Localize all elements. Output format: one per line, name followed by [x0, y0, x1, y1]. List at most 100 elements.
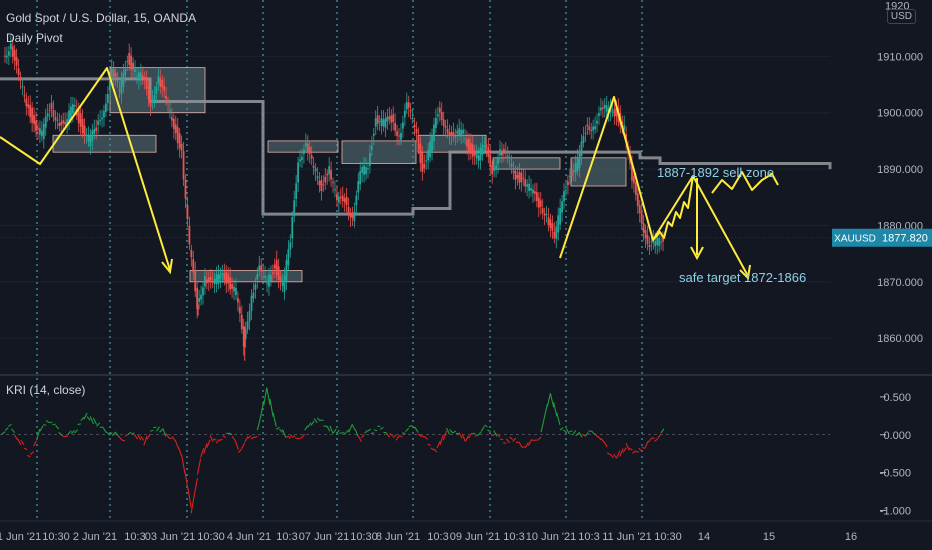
candle-body — [334, 189, 336, 191]
candle-body — [178, 133, 181, 149]
candle-body — [650, 241, 653, 243]
osc-segment — [193, 477, 198, 496]
osc-segment — [213, 438, 217, 441]
candle-body — [365, 167, 367, 175]
candle-body — [400, 133, 402, 140]
candle-body — [646, 234, 649, 244]
osc-segment — [594, 433, 599, 438]
candle-body — [31, 107, 34, 123]
candle-body — [330, 170, 332, 180]
candle-body — [7, 51, 10, 56]
osc-segment — [629, 447, 633, 451]
candle-body — [539, 200, 542, 207]
candle-body — [277, 266, 280, 280]
osc-segment — [468, 432, 473, 439]
osc-segment — [313, 418, 318, 424]
osc-segment — [11, 428, 16, 434]
candle-body — [501, 151, 503, 156]
candle-body — [471, 144, 474, 157]
osc-segment — [449, 429, 454, 434]
osc-segment — [603, 441, 608, 448]
candle-body — [60, 121, 63, 126]
osc-segment — [118, 435, 123, 441]
candle-body — [180, 143, 183, 151]
price-tick-label: 1860.000 — [877, 333, 923, 345]
candle-body — [221, 272, 224, 275]
currency-badge[interactable]: USD — [886, 9, 916, 24]
candle-body — [582, 136, 585, 143]
osc-segment — [17, 438, 22, 446]
osc-segment — [600, 437, 605, 443]
osc-segment — [74, 429, 79, 434]
time-tick-label: 16 — [845, 531, 857, 543]
candle-body — [190, 249, 193, 258]
price-tick-label: 1900.000 — [877, 108, 923, 120]
candle-body — [163, 85, 166, 91]
time-tick-label: 03 Jun '21 — [145, 531, 195, 543]
candle-body — [250, 295, 253, 311]
candle-body — [450, 132, 453, 136]
osc-segment — [569, 430, 573, 433]
candle-body — [524, 179, 527, 187]
candle-body — [159, 78, 162, 87]
candle-body — [120, 77, 123, 95]
osc-segment — [323, 425, 327, 428]
candle-body — [359, 171, 362, 185]
osc-segment — [39, 425, 44, 432]
candle-body — [279, 276, 282, 281]
osc-segment — [279, 428, 283, 433]
candle-body — [27, 104, 30, 108]
candle-body — [219, 274, 222, 279]
candle-body — [72, 104, 74, 114]
candle-body — [25, 98, 28, 107]
candle-body — [116, 81, 119, 83]
candle-body — [202, 287, 204, 296]
candle-body — [97, 120, 100, 125]
target-label: safe target 1872-1866 — [679, 270, 806, 285]
osc-segment — [487, 429, 491, 432]
osc-segment — [445, 427, 451, 435]
osc-segment — [458, 432, 463, 439]
osc-segment — [20, 440, 25, 446]
candle-body — [634, 182, 637, 195]
candle-body — [153, 95, 156, 101]
candle-body — [266, 283, 268, 285]
chart-canvas[interactable]: 1887-1892 sell zone safe target 1872-1866… — [0, 0, 932, 550]
candle-body — [454, 136, 457, 138]
osc-segment — [379, 426, 384, 430]
candle-body — [326, 173, 329, 176]
supply-demand-zones — [52, 67, 627, 283]
candle-body — [188, 226, 191, 245]
candle-body — [99, 119, 101, 121]
candle-body — [567, 181, 569, 186]
candle-body — [287, 249, 290, 266]
candle-body — [314, 168, 317, 172]
osc-segment — [392, 434, 397, 438]
candle-body — [341, 195, 344, 201]
osc-segment — [427, 443, 431, 447]
candle-body — [565, 190, 567, 192]
osc-segment — [178, 447, 183, 457]
candle-body — [644, 229, 647, 239]
osc-segment — [572, 430, 577, 436]
candle-body — [141, 75, 144, 78]
candle-body — [106, 93, 109, 103]
time-tick-label: 10:30 — [350, 531, 378, 543]
osc-segment — [505, 438, 510, 444]
osc-segment — [215, 439, 220, 444]
osc-segment — [647, 438, 652, 443]
osc-segment — [484, 424, 488, 428]
candle-body — [603, 104, 606, 109]
candle-body — [429, 141, 431, 158]
candle-body — [273, 264, 276, 269]
candle-body — [530, 187, 532, 191]
candle-body — [435, 118, 437, 128]
candle-body — [151, 99, 154, 104]
osc-segment — [222, 435, 227, 439]
candle-body — [303, 149, 305, 155]
candle-body — [442, 119, 445, 127]
candle-body — [512, 170, 515, 173]
osc-segment — [417, 433, 422, 437]
osc-tick-label: -0.500 — [880, 468, 911, 480]
osc-segment — [398, 435, 403, 438]
